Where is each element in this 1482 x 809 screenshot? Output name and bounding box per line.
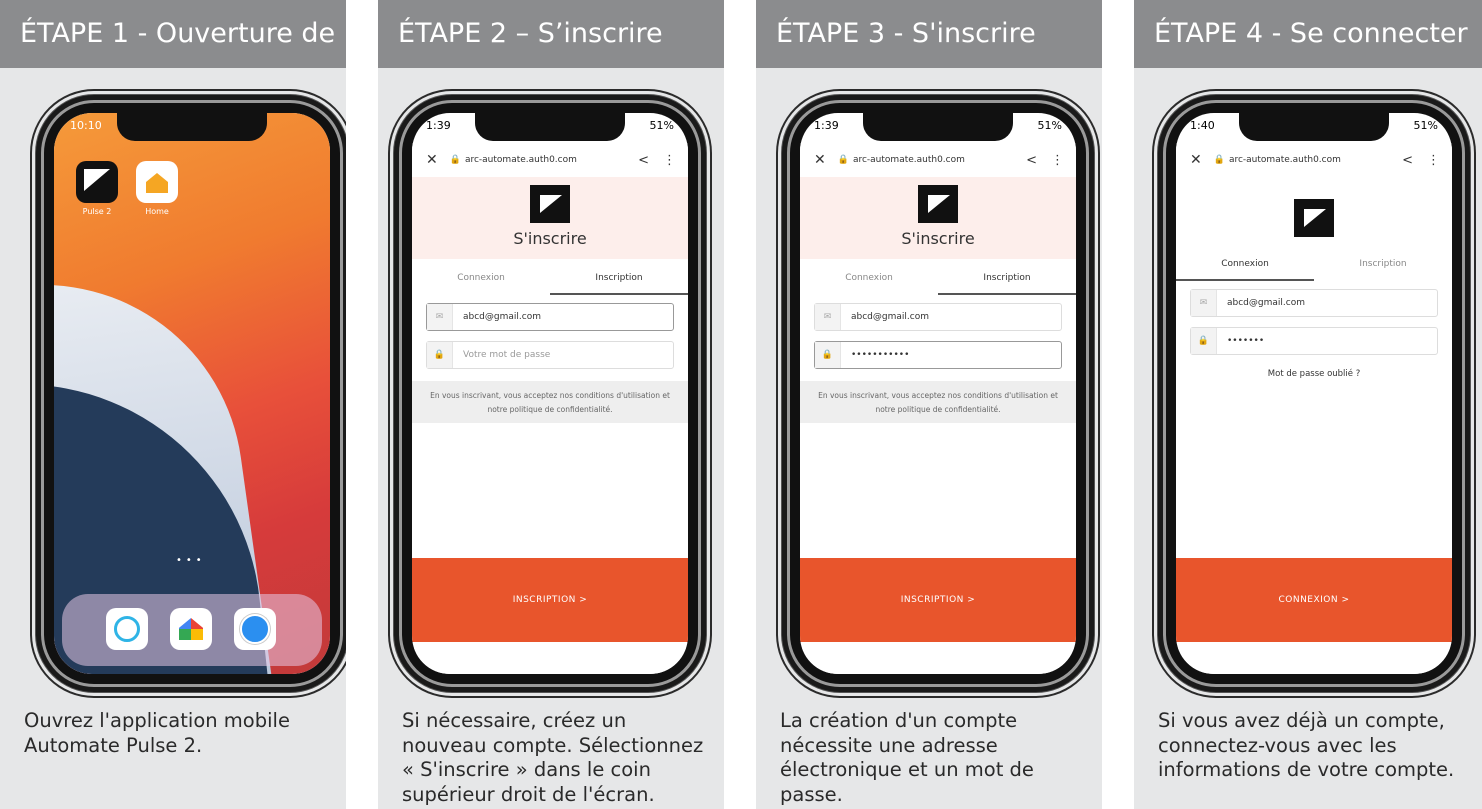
status-time: 1:39 (814, 119, 839, 132)
email-value: abcd@gmail.com (1227, 298, 1305, 308)
hero-heading: S'inscrire (901, 229, 975, 248)
lock-icon: 🔒 (1213, 155, 1225, 165)
alexa-icon[interactable] (106, 608, 148, 650)
signup-button[interactable]: INSCRIPTION > (800, 558, 1076, 642)
tab-connexion[interactable]: Connexion (1176, 247, 1314, 281)
lock-icon: 🔒 (815, 342, 841, 368)
step-1-title: ÉTAPE 1 - Ouverture de (0, 0, 346, 68)
android-nav-bar (800, 648, 1076, 674)
tab-connexion[interactable]: Connexion (800, 261, 938, 295)
tab-inscription[interactable]: Inscription (938, 261, 1076, 295)
safari-icon[interactable] (234, 608, 276, 650)
signup-hero: S'inscrire (800, 177, 1076, 259)
more-icon[interactable]: ⋮ (1051, 153, 1064, 168)
email-icon: ✉ (815, 304, 841, 330)
step-2-description: Si nécessaire, créez un nouveau compte. … (402, 709, 704, 806)
close-icon[interactable]: ✕ (1190, 152, 1202, 168)
step-4-description: Si vous avez déjà un compte, connectez-v… (1158, 709, 1455, 781)
share-icon[interactable]: < (638, 153, 649, 168)
password-field[interactable]: 🔒 ••••••••••• (814, 341, 1062, 369)
signup-button[interactable]: INSCRIPTION > (412, 558, 688, 642)
email-field[interactable]: ✉ abcd@gmail.com (814, 303, 1062, 331)
password-value: ••••••• (1227, 336, 1265, 346)
step-1-panel: ÉTAPE 1 - Ouverture de 10:10 Pulse 2 Hom… (0, 0, 346, 809)
close-icon[interactable]: ✕ (814, 152, 826, 168)
status-battery: 51% (1413, 119, 1438, 132)
phone-screen-4: 1:40 51% ✕ 🔒 arc-automate.auth0.com < ⋮ … (1176, 113, 1452, 674)
phone-mockup-3: 1:39 51% ✕ 🔒 arc-automate.auth0.com < ⋮ … (782, 95, 1094, 692)
auth-tabs: Connexion Inscription (800, 261, 1076, 295)
lock-icon: 🔒 (427, 342, 453, 368)
email-value: abcd@gmail.com (463, 312, 541, 322)
email-field[interactable]: ✉ abcd@gmail.com (1190, 289, 1438, 317)
step-4-panel: ÉTAPE 4 - Se connecter 1:40 51% ✕ 🔒 arc-… (1134, 0, 1482, 809)
password-field[interactable]: 🔒 ••••••• (1190, 327, 1438, 355)
url-text[interactable]: arc-automate.auth0.com (1229, 155, 1341, 165)
email-value: abcd@gmail.com (851, 312, 929, 322)
automate-logo-icon (918, 185, 958, 223)
app-label-pulse: Pulse 2 (82, 207, 112, 216)
lock-icon: 🔒 (837, 155, 849, 165)
phone-mockup-4: 1:40 51% ✕ 🔒 arc-automate.auth0.com < ⋮ … (1158, 95, 1470, 692)
step-2-panel: ÉTAPE 2 – S’inscrire 1:39 51% ✕ 🔒 arc-au… (378, 0, 724, 809)
status-time: 1:40 (1190, 119, 1215, 132)
url-text[interactable]: arc-automate.auth0.com (465, 155, 577, 165)
login-button[interactable]: CONNEXION > (1176, 558, 1452, 642)
tab-inscription[interactable]: Inscription (550, 261, 688, 295)
phone-screen-3: 1:39 51% ✕ 🔒 arc-automate.auth0.com < ⋮ … (800, 113, 1076, 674)
phone-screen-1: 10:10 Pulse 2 Home ••• (54, 113, 330, 674)
browser-url-bar: ✕ 🔒 arc-automate.auth0.com < ⋮ (800, 143, 1076, 177)
share-icon[interactable]: < (1026, 153, 1037, 168)
browser-url-bar: ✕ 🔒 arc-automate.auth0.com < ⋮ (412, 143, 688, 177)
home-app-icon[interactable] (136, 161, 178, 203)
signup-hero: S'inscrire (412, 177, 688, 259)
forgot-password-link[interactable]: Mot de passe oublié ? (1176, 369, 1452, 379)
automate-logo-icon (530, 185, 570, 223)
google-home-icon[interactable] (170, 608, 212, 650)
step-2-title: ÉTAPE 2 – S’inscrire (378, 0, 724, 68)
tab-inscription[interactable]: Inscription (1314, 247, 1452, 281)
auth-tabs: Connexion Inscription (412, 261, 688, 295)
step-3-panel: ÉTAPE 3 - S'inscrire 1:39 51% ✕ 🔒 arc-au… (756, 0, 1102, 809)
page-dots: ••• (176, 555, 206, 566)
app-label-home: Home (145, 207, 169, 216)
share-icon[interactable]: < (1402, 153, 1413, 168)
browser-url-bar: ✕ 🔒 arc-automate.auth0.com < ⋮ (1176, 143, 1452, 177)
email-icon: ✉ (427, 304, 453, 330)
step-4-title: ÉTAPE 4 - Se connecter (1134, 0, 1482, 68)
status-battery: 51% (649, 119, 674, 132)
phone-mockup-1: 10:10 Pulse 2 Home ••• (36, 95, 346, 692)
pulse-app-icon[interactable] (76, 161, 118, 203)
password-placeholder: Votre mot de passe (463, 350, 551, 360)
lock-icon: 🔒 (449, 155, 461, 165)
password-field[interactable]: 🔒 Votre mot de passe (426, 341, 674, 369)
step-1-description: Ouvrez l'application mobile Automate Pul… (24, 709, 290, 757)
lock-icon: 🔒 (1191, 328, 1217, 354)
url-text[interactable]: arc-automate.auth0.com (853, 155, 965, 165)
status-battery: 51% (1037, 119, 1062, 132)
android-nav-bar (1176, 648, 1452, 674)
auth-tabs: Connexion Inscription (1176, 247, 1452, 281)
password-value: ••••••••••• (851, 350, 910, 360)
step-3-description: La création d'un compte nécessite une ad… (780, 709, 1034, 806)
close-icon[interactable]: ✕ (426, 152, 438, 168)
status-time: 10:10 (70, 119, 102, 132)
email-field[interactable]: ✉ abcd@gmail.com (426, 303, 674, 331)
more-icon[interactable]: ⋮ (1427, 153, 1440, 168)
hero-heading: S'inscrire (513, 229, 587, 248)
phone-screen-2: 1:39 51% ✕ 🔒 arc-automate.auth0.com < ⋮ … (412, 113, 688, 674)
terms-text: En vous inscrivant, vous acceptez nos co… (412, 381, 688, 423)
more-icon[interactable]: ⋮ (663, 153, 676, 168)
android-nav-bar (412, 648, 688, 674)
terms-text: En vous inscrivant, vous acceptez nos co… (800, 381, 1076, 423)
email-icon: ✉ (1191, 290, 1217, 316)
automate-logo-icon (1294, 199, 1334, 237)
phone-mockup-2: 1:39 51% ✕ 🔒 arc-automate.auth0.com < ⋮ … (394, 95, 706, 692)
dock (62, 594, 322, 666)
tab-connexion[interactable]: Connexion (412, 261, 550, 295)
status-time: 1:39 (426, 119, 451, 132)
step-3-title: ÉTAPE 3 - S'inscrire (756, 0, 1102, 68)
